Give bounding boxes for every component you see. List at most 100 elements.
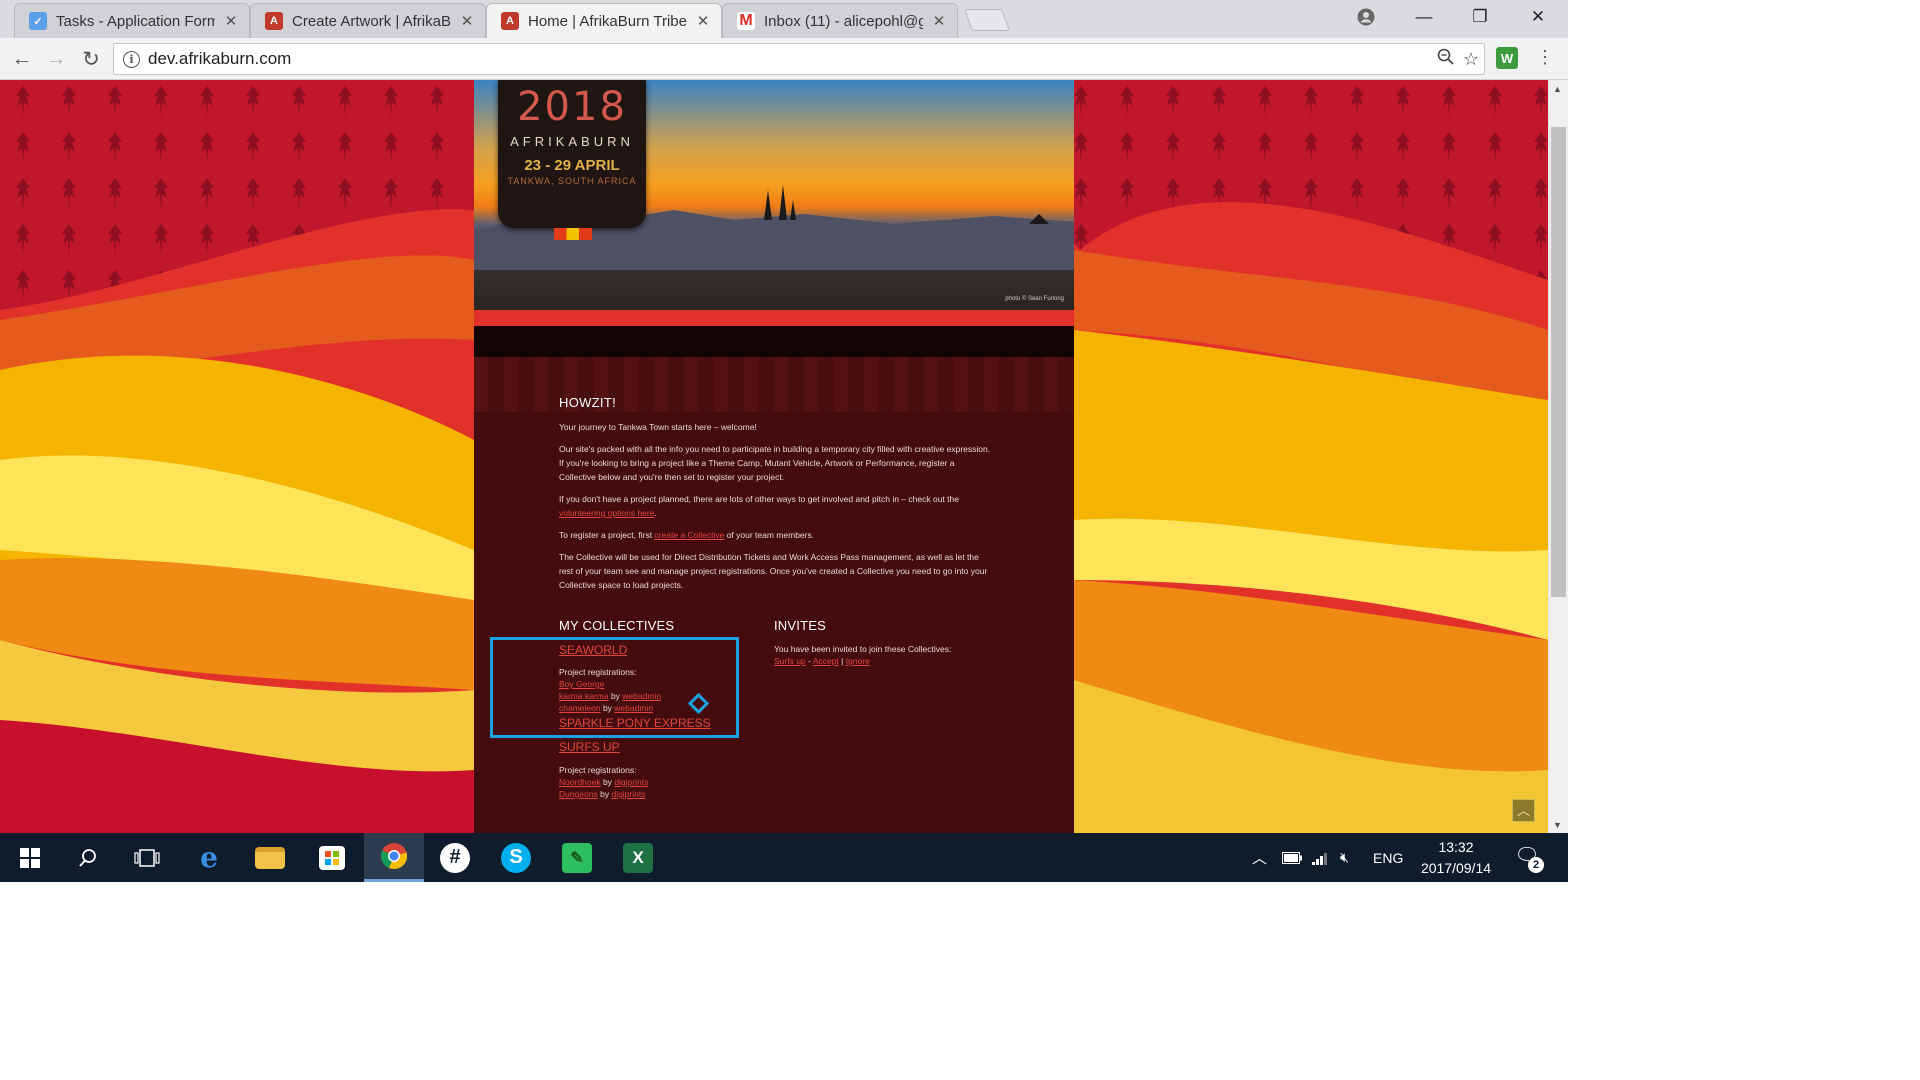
badge-year: 2018 [517,84,627,130]
accept-invite-link[interactable]: Accept [813,656,839,666]
chrome-icon [380,843,408,870]
project-link-dungeons[interactable]: Dungeons [559,789,598,799]
by-label: by [597,789,612,799]
page-viewport: 2018 AFRIKABURN 23 - 29 APRIL TANKWA, SO… [0,80,1548,833]
by-label: by [600,777,615,787]
windows-logo-icon [20,847,40,868]
create-collective-link[interactable]: create a Collective [654,530,724,540]
afrikaburn-2018-banner: 2018 AFRIKABURN 23 - 29 APRIL TANKWA, SO… [474,80,1074,310]
clock-time: 13:32 [1438,839,1474,855]
address-bar[interactable]: i dev.afrikaburn.com ☆ [113,43,1485,75]
project-link-noordhoek[interactable]: Noordhoek [559,777,601,787]
volunteering-options-link[interactable]: volunteering options here [559,508,654,518]
extension-icon[interactable]: W [1496,47,1518,69]
taskbar-skype[interactable]: S [486,833,546,882]
show-hidden-icons-icon[interactable]: ︿ [1252,833,1267,882]
close-tab-icon[interactable]: ✕ [459,12,475,30]
excel-icon: X [623,842,653,873]
battery-icon[interactable] [1282,833,1302,882]
taskbar-excel[interactable]: X [608,833,668,882]
taskbar-edge[interactable]: e [179,833,239,882]
back-arrow-icon[interactable]: ← [9,46,35,72]
register-text: To register a project, first [559,530,655,540]
profile-icon[interactable] [1338,0,1394,34]
collective-info-paragraph: The Collective will be used for Direct D… [559,552,988,590]
browser-menu-icon[interactable]: ⋮ [1535,47,1555,71]
tasks-favicon-icon: ✓ [29,12,47,30]
taskbar-evernote[interactable]: ✎ [547,833,607,882]
store-icon [319,845,345,870]
scroll-up-arrow-icon[interactable]: ▲ [1553,84,1562,94]
user-link-digiprints[interactable]: digiprints [611,789,645,799]
volume-muted-icon[interactable]: 🔇︎ [1340,833,1349,882]
browser-tabstrip: ✓ Tasks - Application Forms ✕ A Create A… [0,0,1568,38]
network-signal-icon[interactable] [1312,833,1330,882]
welcome-section: HOWZIT! Your journey to Tankwa Town star… [559,396,991,600]
scroll-to-top-button[interactable]: ︿ [1512,799,1535,822]
forward-arrow-icon[interactable]: → [43,46,69,72]
restore-window-icon[interactable]: ❐ [1452,0,1508,34]
invite-row: Surfs up - Accept | Ignore [774,655,870,667]
tab-create-artwork[interactable]: A Create Artwork | AfrikaBurn ✕ [250,3,486,38]
register-text-end: of your team members. [724,530,815,540]
clock-date: 2017/09/14 [1420,860,1492,876]
zoom-icon[interactable] [1432,48,1458,70]
notification-count: 2 [1528,857,1544,873]
welcome-description: Our site's packed with all the info you … [559,444,991,482]
close-tab-icon[interactable]: ✕ [931,12,947,30]
invite-collective-link-surfs-up[interactable]: Surfs up [774,656,806,666]
tab-tasks[interactable]: ✓ Tasks - Application Forms ✕ [14,3,250,38]
folder-icon [255,846,285,869]
task-view-button[interactable] [117,833,177,882]
project-row: Noordhoek by digiprints [559,776,648,788]
selection-highlight-box [490,637,739,738]
tab-gmail-inbox[interactable]: M Inbox (11) - alicepohl@gmail.com ✕ [722,3,958,38]
badge-brand: AFRIKABURN [510,134,634,149]
scroll-down-arrow-icon[interactable]: ▼ [1553,820,1562,830]
search-button[interactable] [58,833,118,882]
taskbar-slack[interactable]: # [425,833,485,882]
gmail-favicon-icon: M [737,12,755,30]
surfs-up-registrations-label: Project registrations: [559,765,637,775]
taskbar-chrome[interactable] [364,833,424,882]
taskbar-file-explorer[interactable] [240,833,300,882]
windows-taskbar: e # S ✎ X ︿ 🔇︎ ENG 13:32 2017/09/14 🗨︎ 2 [0,833,1568,882]
slack-icon: # [440,842,470,873]
language-indicator[interactable]: ENG [1373,833,1403,882]
badge-place: TANKWA, SOUTH AFRICA [507,176,637,186]
search-icon [79,848,96,867]
close-window-icon[interactable]: ✕ [1510,0,1566,34]
photo-credit: photo © Sean Furlong [1005,296,1064,302]
collective-link-surfs-up[interactable]: SURFS UP [559,740,620,754]
tab-home-afrikaburn-tribe[interactable]: A Home | AfrikaBurn Tribe ✕ [486,3,722,38]
action-center-button[interactable]: 🗨︎ 2 [1512,843,1544,873]
skype-icon: S [501,842,531,873]
taskbar-clock[interactable]: 13:32 2017/09/14 [1410,837,1502,879]
close-tab-icon[interactable]: ✕ [223,12,239,30]
welcome-heading: HOWZIT! [559,395,616,410]
project-row: Dungeons by digiprints [559,788,646,800]
page-scrollbar[interactable]: ▲ ▼ [1548,80,1568,833]
site-info-icon[interactable]: i [123,50,140,68]
volunteer-paragraph: If you don't have a project planned, the… [559,492,991,520]
separator: | [838,656,846,666]
volunteer-text-end: . [654,508,657,518]
minimize-window-icon[interactable]: — [1396,0,1452,34]
close-tab-icon[interactable]: ✕ [695,12,711,30]
tab-title: Home | AfrikaBurn Tribe [528,12,687,30]
tab-title: Create Artwork | AfrikaBurn [292,12,451,30]
start-button[interactable] [0,833,60,882]
taskbar-store[interactable] [302,833,362,882]
tab-title: Inbox (11) - alicepohl@gmail.com [764,12,923,30]
content-panel: HOWZIT! Your journey to Tankwa Town star… [474,326,1074,833]
url-text[interactable]: dev.afrikaburn.com [148,49,1432,69]
afrikaburn-favicon-icon: A [265,12,283,30]
scrollbar-thumb[interactable] [1551,127,1566,597]
new-tab-button[interactable] [963,9,1011,31]
ignore-invite-link[interactable]: Ignore [846,656,870,666]
user-link-digiprints[interactable]: digiprints [614,777,648,787]
invites-text: You have been invited to join these Coll… [774,644,952,654]
reload-icon[interactable]: ↻ [78,46,104,72]
task-view-icon [134,848,160,867]
bookmark-star-icon[interactable]: ☆ [1458,49,1484,70]
